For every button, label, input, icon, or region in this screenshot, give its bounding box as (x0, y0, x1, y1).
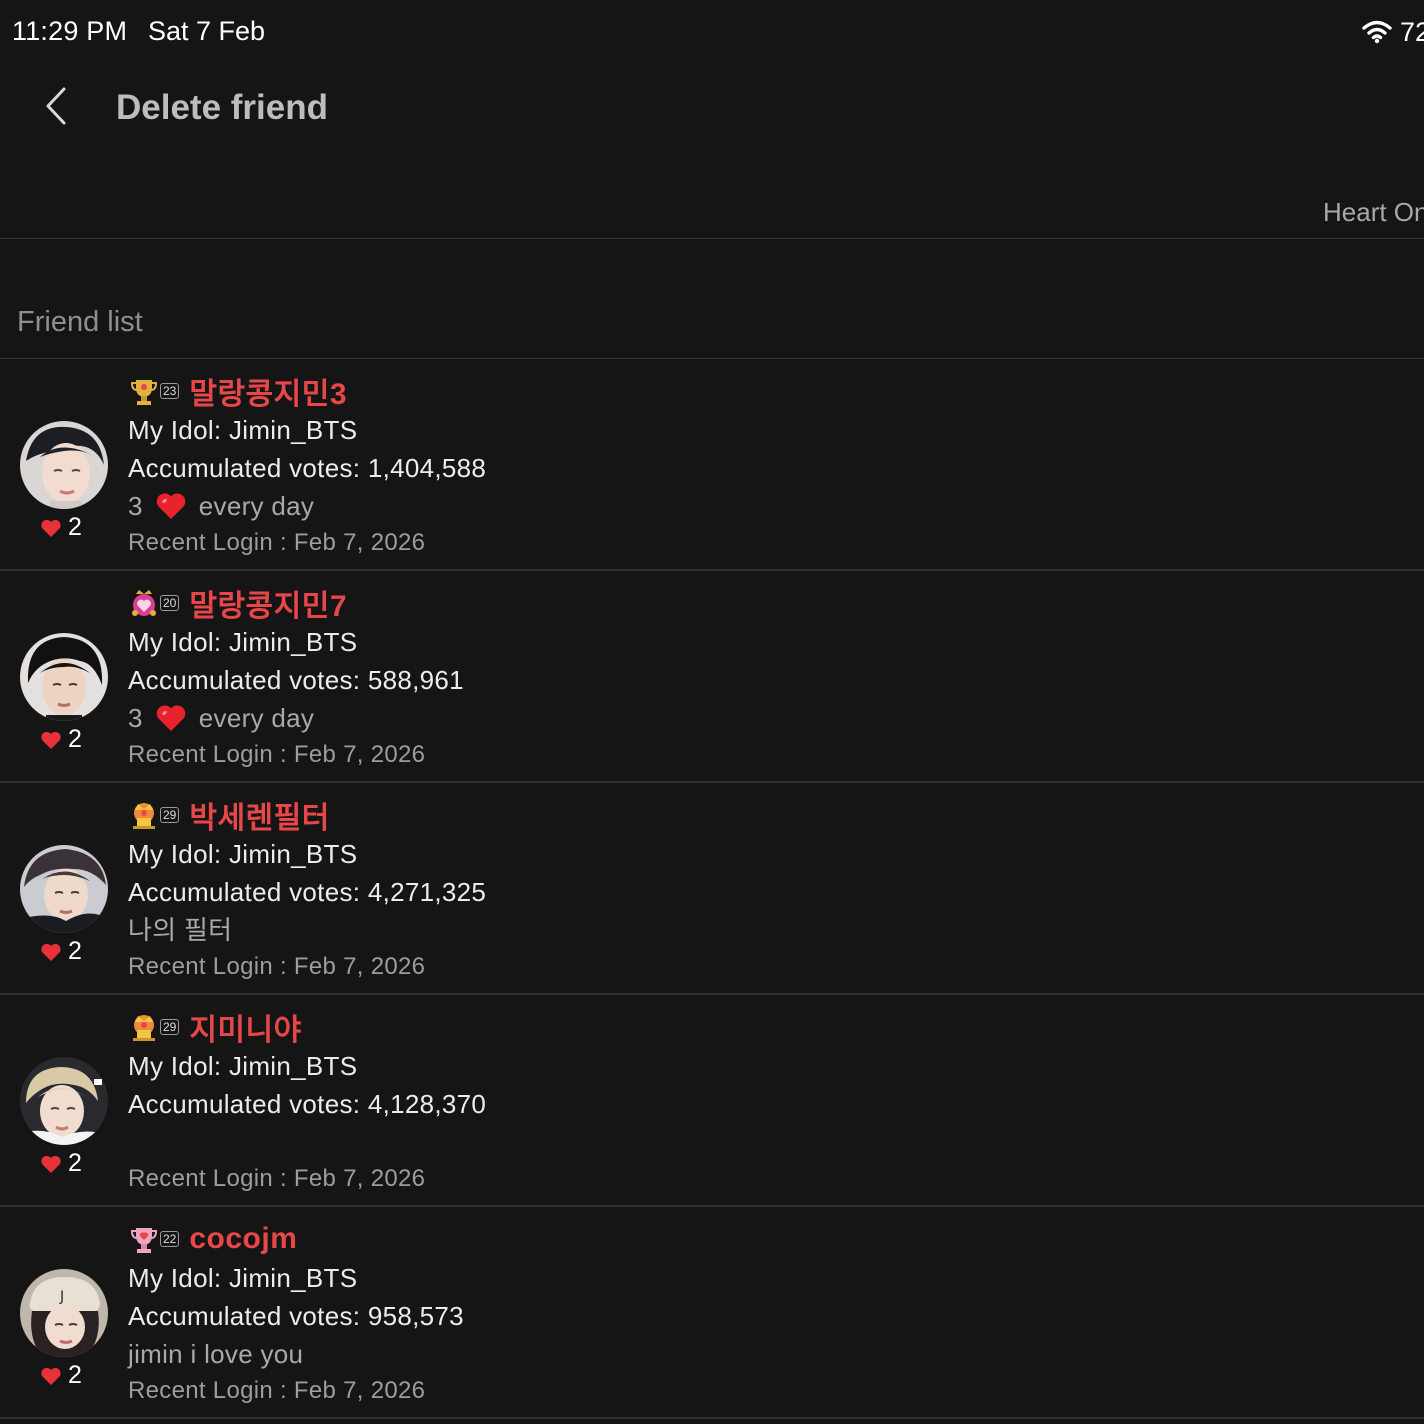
heart-icon (40, 1154, 62, 1174)
message-count: 3 (128, 491, 143, 521)
friend-name: 말랑콩지민7 (189, 590, 348, 623)
level-number: 29 (160, 807, 180, 823)
message-text: jimin i love you (128, 1339, 304, 1369)
message-line (128, 1123, 1028, 1161)
message-line: 나의 필터 (128, 911, 1028, 949)
heart-trophy-icon (130, 1224, 158, 1254)
friend-row[interactable]: 2 23 말랑콩지민3 My Idol: Jimin_BTS Accumulat… (0, 359, 1424, 571)
message-count: 3 (128, 703, 143, 733)
idol-line: My Idol: Jimin_BTS (128, 1051, 358, 1081)
name-line: 29 지미니야 (128, 1007, 1028, 1047)
level-number: 22 (160, 1231, 180, 1247)
heart-count-value: 2 (68, 1361, 82, 1389)
message-text: 나의 필터 (128, 915, 233, 945)
avatar[interactable] (20, 845, 108, 933)
votes-line: Accumulated votes: 4,271,325 (128, 877, 487, 907)
message-text: every day (198, 703, 315, 733)
friend-info: 29 지미니야 My Idol: Jimin_BTS Accumulated v… (128, 1007, 1028, 1197)
heart-count: 2 (40, 725, 82, 754)
wifi-icon (1362, 20, 1392, 44)
recent-login: Recent Login : Feb 7, 2026 (128, 953, 426, 980)
red-heart-icon (155, 491, 187, 521)
status-indicators: 72 (1362, 16, 1424, 48)
message-text: every day (198, 491, 315, 521)
level-number: 23 (160, 383, 180, 399)
crown-icon (130, 1012, 158, 1042)
name-line: 29 박세렌필터 (128, 795, 1028, 835)
idol-line: My Idol: Jimin_BTS (128, 839, 358, 869)
heart-count-value: 2 (68, 725, 82, 753)
heart-count-value: 2 (68, 1149, 82, 1177)
idol-line: My Idol: Jimin_BTS (128, 1263, 358, 1293)
message-line: 3 every day (128, 699, 1028, 737)
level-number: 20 (160, 595, 180, 611)
heart-count: 2 (40, 1361, 82, 1390)
heart-count: 2 (40, 1149, 82, 1178)
heart-icon (40, 518, 62, 538)
friend-info: 23 말랑콩지민3 My Idol: Jimin_BTS Accumulated… (128, 371, 1028, 561)
friend-list: 2 23 말랑콩지민3 My Idol: Jimin_BTS Accumulat… (0, 359, 1424, 1419)
tab-heart-on[interactable]: Heart On (1323, 197, 1424, 228)
battery-level: 72 (1399, 16, 1424, 47)
name-line: 20 말랑콩지민7 (128, 583, 1028, 623)
level-number: 29 (160, 1019, 180, 1035)
heart-count: 2 (40, 937, 82, 966)
crown-icon (130, 800, 158, 830)
heart-count-value: 2 (68, 513, 82, 541)
recent-login: Recent Login : Feb 7, 2026 (128, 529, 426, 556)
heart-crown-icon (130, 588, 158, 618)
friend-info: 22 cocojm My Idol: Jimin_BTS Accumulated… (128, 1219, 1028, 1409)
level-badge: 20 (130, 588, 180, 618)
level-badge: 23 (130, 376, 180, 406)
svg-text:J: J (59, 1289, 64, 1305)
red-heart-icon (155, 703, 187, 733)
message-line: 3 every day (128, 487, 1028, 525)
status-bar: 11:29 PM Sat 7 Feb 72 (0, 0, 1424, 64)
votes-line: Accumulated votes: 4,128,370 (128, 1089, 487, 1119)
chevron-left-icon (42, 86, 70, 131)
friend-row[interactable]: 2 29 박세렌필터 My Idol: Jimin_BTS Accumulate… (0, 783, 1424, 995)
votes-line: Accumulated votes: 1,404,588 (128, 453, 487, 483)
avatar[interactable] (20, 1057, 108, 1145)
avatar[interactable]: J (20, 1269, 108, 1357)
heart-icon (40, 730, 62, 750)
votes-line: Accumulated votes: 588,961 (128, 665, 464, 695)
friend-name: 지미니야 (189, 1014, 302, 1047)
friend-name: 말랑콩지민3 (189, 378, 348, 411)
name-line: 22 cocojm (128, 1219, 1028, 1259)
friend-name: cocojm (189, 1222, 298, 1255)
idol-line: My Idol: Jimin_BTS (128, 627, 358, 657)
header-divider (0, 238, 1424, 239)
friend-name: 박세렌필터 (189, 802, 330, 835)
level-badge: 22 (130, 1224, 180, 1254)
avatar[interactable] (20, 633, 108, 721)
level-badge: 29 (130, 1012, 180, 1042)
level-badge: 29 (130, 800, 180, 830)
status-time: 11:29 PM (12, 16, 128, 46)
friend-row[interactable]: 2 29 지미니야 My Idol: Jimin_BTS Accumulated… (0, 995, 1424, 1207)
section-title: Friend list (17, 306, 143, 338)
name-line: 23 말랑콩지민3 (128, 371, 1028, 411)
recent-login: Recent Login : Feb 7, 2026 (128, 741, 426, 768)
friend-row[interactable]: J 2 22 cocojm My Idol: Jimin_BTS Accumul… (0, 1207, 1424, 1419)
friend-info: 20 말랑콩지민7 My Idol: Jimin_BTS Accumulated… (128, 583, 1028, 773)
status-date: Sat 7 Feb (148, 16, 266, 46)
recent-login: Recent Login : Feb 7, 2026 (128, 1165, 426, 1192)
heart-icon (40, 1366, 62, 1386)
trophy-icon (130, 376, 158, 406)
heart-count: 2 (40, 513, 82, 542)
heart-count-value: 2 (68, 937, 82, 965)
message-line: jimin i love you (128, 1335, 1028, 1373)
page-title: Delete friend (116, 88, 328, 127)
back-button[interactable] (28, 80, 84, 136)
heart-icon (40, 942, 62, 962)
recent-login: Recent Login : Feb 7, 2026 (128, 1377, 426, 1404)
friend-info: 29 박세렌필터 My Idol: Jimin_BTS Accumulated … (128, 795, 1028, 985)
friend-row[interactable]: 2 20 말랑콩지민7 My Idol: Jimin_BTS Accumulat… (0, 571, 1424, 783)
votes-line: Accumulated votes: 958,573 (128, 1301, 464, 1331)
idol-line: My Idol: Jimin_BTS (128, 415, 358, 445)
avatar[interactable] (20, 421, 108, 509)
